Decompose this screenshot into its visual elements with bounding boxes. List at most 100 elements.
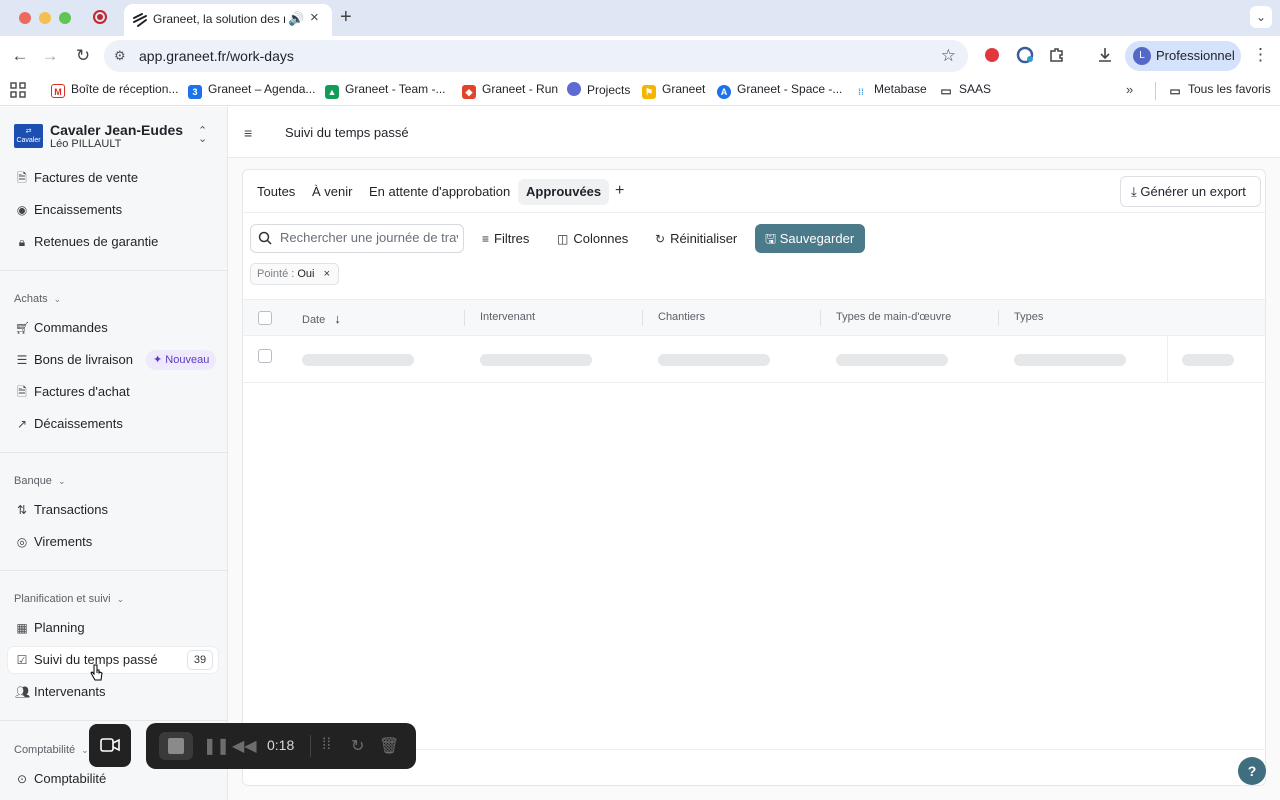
- bookmark-gmail[interactable]: M Boîte de réception...: [51, 82, 178, 100]
- section-title-achats[interactable]: Achats ⌄: [14, 293, 61, 305]
- stop-recording-button[interactable]: [159, 732, 193, 760]
- filters-button[interactable]: ≡ Filtres: [482, 226, 529, 252]
- bookmark-team[interactable]: ▲ Graneet - Team -...: [325, 82, 445, 100]
- sidebar-item-suivi-temps[interactable]: ☑ Suivi du temps passé 39: [8, 647, 218, 673]
- reload-icon[interactable]: ↻: [71, 44, 95, 68]
- drag-handle-icon[interactable]: ⁞⁞: [322, 736, 331, 754]
- remove-filter-icon[interactable]: ×: [324, 268, 330, 280]
- sidebar-item-factures-vente[interactable]: 🗎 Factures de vente: [8, 165, 218, 191]
- filter-icon: ≡: [482, 232, 490, 246]
- extension-c-icon[interactable]: [1016, 46, 1034, 64]
- browser-tab-active[interactable]: Graneet, la solution des m 🔊 ×: [124, 4, 332, 36]
- column-divider[interactable]: [642, 310, 643, 326]
- browser-tab-bar: Graneet, la solution des m 🔊 × + ⌄: [0, 0, 1280, 36]
- section-title-planification[interactable]: Planification et suivi ⌄: [14, 593, 124, 605]
- address-url[interactable]: app.graneet.fr/work-days: [139, 48, 294, 64]
- restart-icon[interactable]: ↻: [351, 736, 364, 756]
- sidebar-item-bons-livraison[interactable]: ☰ Bons de livraison ✦ Nouveau: [8, 347, 218, 373]
- row-checkbox[interactable]: [258, 349, 272, 363]
- address-bar[interactable]: ⚙ app.graneet.fr/work-days ☆: [104, 40, 968, 72]
- reset-button[interactable]: ↻ Réinitialiser: [655, 226, 737, 252]
- sidebar-item-intervenants[interactable]: 👥︎ Intervenants: [8, 679, 218, 705]
- help-button[interactable]: ?: [1238, 757, 1266, 785]
- new-tab-button[interactable]: +: [340, 6, 352, 29]
- pause-icon[interactable]: ❚❚: [203, 736, 230, 756]
- tab-search-chevron-icon[interactable]: ⌄: [1250, 6, 1272, 28]
- profile-button[interactable]: L Professionnel: [1125, 41, 1241, 71]
- section-title-comptabilite[interactable]: Comptabilité ⌄: [14, 744, 89, 756]
- extension-red-icon[interactable]: [983, 46, 1001, 64]
- window-maximize-button[interactable]: [59, 12, 71, 24]
- recording-indicator-icon[interactable]: [93, 10, 107, 24]
- sidebar-item-encaissements[interactable]: ◉ Encaissements: [8, 197, 218, 223]
- export-button[interactable]: ⤓ Générer un export: [1120, 176, 1261, 207]
- back-arrow-icon[interactable]: ←: [8, 44, 32, 68]
- column-header-types-main-oeuvre[interactable]: Types de main-d'œuvre: [836, 311, 951, 323]
- bookmark-projects[interactable]: Projects: [567, 82, 630, 100]
- view-tabs: Toutes À venir En attente d'approbation …: [243, 170, 1265, 213]
- bookmark-run[interactable]: ◆ Graneet - Run: [462, 82, 558, 100]
- speaker-icon[interactable]: 🔊: [288, 11, 304, 27]
- tab-en-attente[interactable]: En attente d'approbation: [361, 179, 518, 205]
- columns-button[interactable]: ◫ Colonnes: [557, 226, 628, 252]
- search-box[interactable]: [250, 224, 464, 253]
- window-minimize-button[interactable]: [39, 12, 51, 24]
- arrow-out-icon: ↗: [16, 417, 28, 431]
- sidebar-item-transactions[interactable]: ⇅ Transactions: [8, 497, 218, 523]
- column-header-date[interactable]: Date ↓: [302, 311, 341, 326]
- column-header-chantiers[interactable]: Chantiers: [658, 311, 705, 323]
- add-view-icon[interactable]: +: [615, 182, 624, 200]
- all-bookmarks-folder[interactable]: ▭ Tous les favoris: [1168, 82, 1271, 100]
- sidebar-item-retenues[interactable]: 🔒︎ Retenues de garantie: [8, 229, 218, 255]
- sidebar-item-virements[interactable]: ◎ Virements: [8, 529, 218, 555]
- bookmark-saas-folder[interactable]: ▭ SAAS: [939, 82, 991, 100]
- bookmark-agenda[interactable]: 3 Graneet – Agenda...: [188, 82, 315, 100]
- column-divider[interactable]: [464, 310, 465, 326]
- org-switcher-chevron-icon[interactable]: ⌃ ⌄: [198, 126, 207, 145]
- column-divider[interactable]: [820, 310, 821, 326]
- site-settings-icon[interactable]: ⚙: [114, 48, 126, 64]
- column-header-types[interactable]: Types: [1014, 311, 1043, 323]
- sidebar-collapse-icon[interactable]: ≡: [244, 125, 252, 141]
- transfer-icon: ◎: [16, 535, 28, 549]
- bookmark-metabase[interactable]: ⁞⁞ Metabase: [854, 82, 927, 100]
- loading-skeleton: [302, 354, 414, 366]
- bookmark-graneet[interactable]: ⚑ Graneet: [642, 82, 705, 100]
- trash-icon[interactable]: 🗑︎: [379, 736, 399, 756]
- sidebar-item-comptabilite[interactable]: ⊙ Comptabilité: [8, 766, 218, 792]
- browser-menu-icon[interactable]: ⋮: [1252, 45, 1269, 65]
- window-close-button[interactable]: [19, 12, 31, 24]
- lock-icon: 🔒︎: [18, 235, 26, 249]
- forward-arrow-icon[interactable]: →: [38, 44, 62, 68]
- select-all-checkbox[interactable]: [258, 311, 272, 325]
- column-header-intervenant[interactable]: Intervenant: [480, 311, 535, 323]
- sidebar-item-commandes[interactable]: 🛒︎ Commandes: [8, 315, 218, 341]
- tab-a-venir[interactable]: À venir: [304, 179, 360, 205]
- bookmark-space[interactable]: A Graneet - Space -...: [717, 82, 842, 100]
- save-button[interactable]: 🖫 Sauvegarder: [755, 224, 865, 253]
- sidebar-item-planning[interactable]: ▦ Planning: [8, 615, 218, 641]
- tab-title: Graneet, la solution des m: [153, 12, 285, 26]
- section-title-banque[interactable]: Banque ⌄: [14, 475, 65, 487]
- column-divider[interactable]: [998, 310, 999, 326]
- search-input[interactable]: [280, 230, 458, 245]
- sidebar-item-factures-achat[interactable]: 🗎 Factures d'achat: [8, 379, 218, 405]
- apps-grid-icon[interactable]: [10, 82, 26, 98]
- sidebar-item-decaissements[interactable]: ↗ Décaissements: [8, 411, 218, 437]
- table-row[interactable]: [243, 336, 1265, 383]
- download-icon[interactable]: [1096, 46, 1114, 64]
- tab-approuvees[interactable]: Approuvées: [518, 179, 610, 205]
- loading-skeleton: [658, 354, 770, 366]
- sidebar-divider: [0, 570, 227, 571]
- camera-toggle-button[interactable]: [89, 724, 131, 767]
- rewind-icon[interactable]: ◀◀: [232, 736, 257, 756]
- tab-toutes[interactable]: Toutes: [249, 179, 303, 205]
- cash-in-icon: ◉: [16, 203, 28, 217]
- tab-close-icon[interactable]: ×: [310, 9, 319, 26]
- active-filter-chip[interactable]: Pointé : Oui ×: [250, 263, 339, 285]
- profile-name: Professionnel: [1156, 48, 1235, 63]
- org-name[interactable]: Cavaler Jean-Eudes: [50, 122, 183, 138]
- bookmarks-overflow-icon[interactable]: »: [1126, 82, 1133, 97]
- extensions-puzzle-icon[interactable]: [1048, 46, 1066, 64]
- bookmark-star-icon[interactable]: ☆: [941, 46, 956, 66]
